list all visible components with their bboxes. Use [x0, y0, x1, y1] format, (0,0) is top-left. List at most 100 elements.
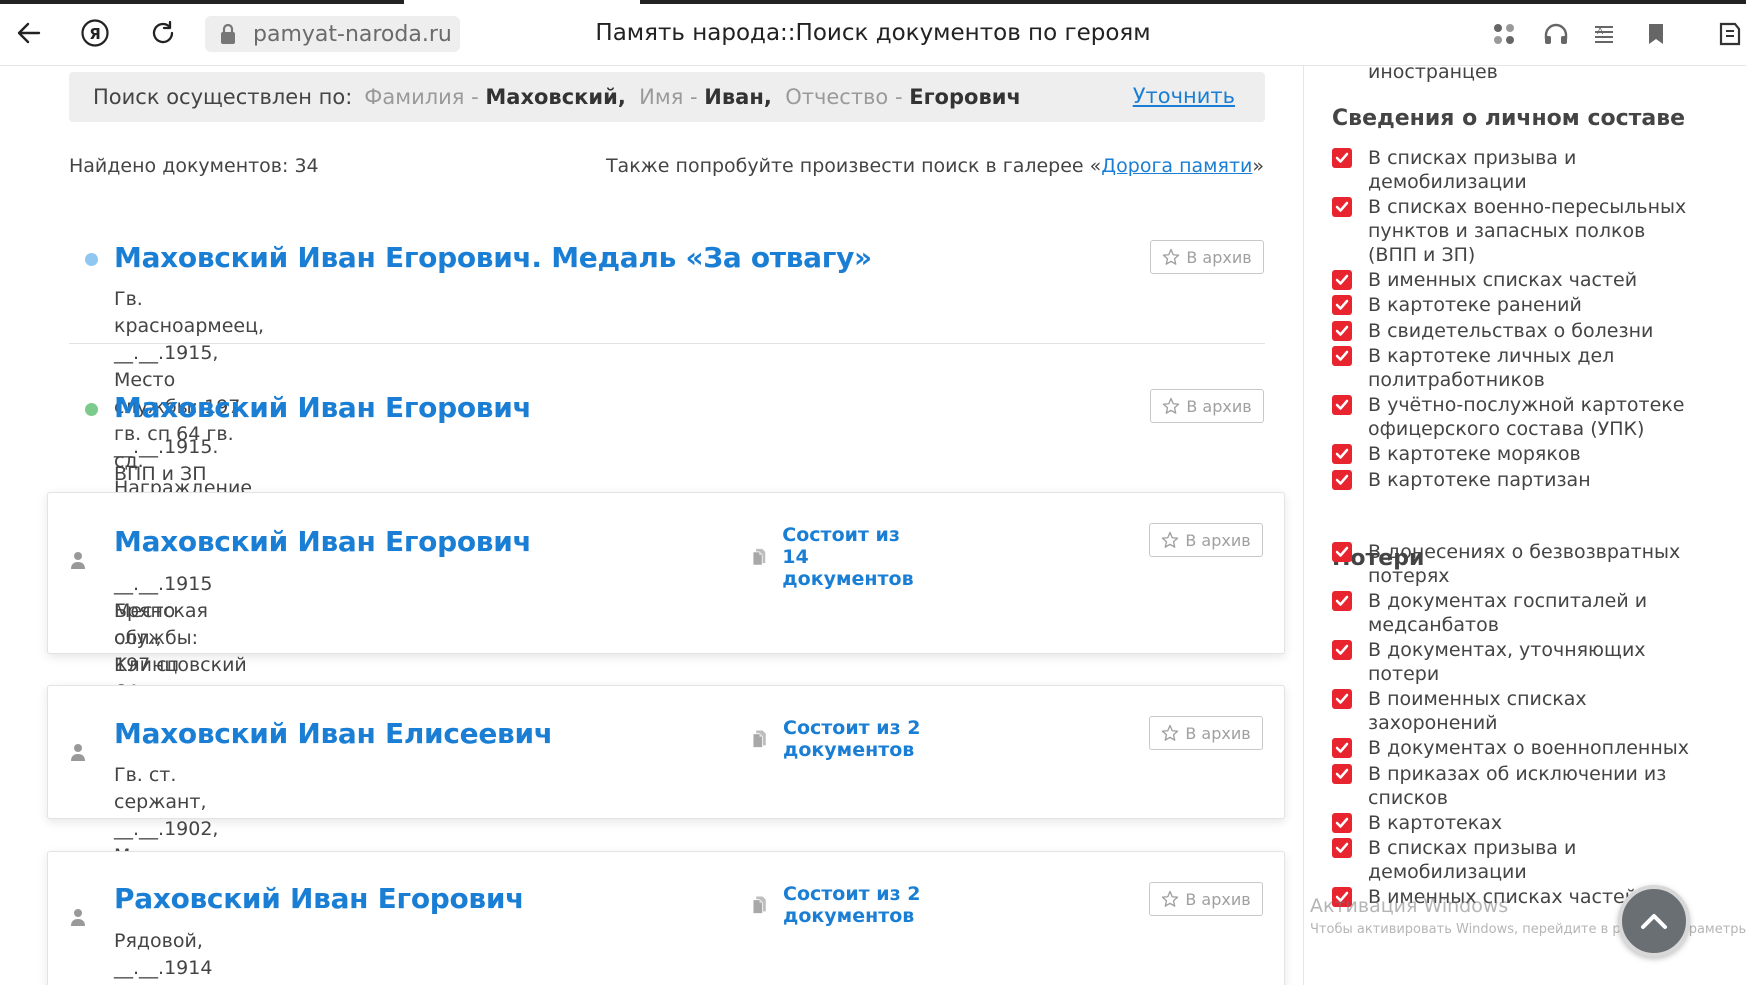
filter-label-line: демобилизации [1368, 171, 1527, 193]
add-to-archive-button[interactable]: В архив [1150, 389, 1264, 423]
filter-checkbox[interactable] [1332, 738, 1352, 758]
filter-checkbox[interactable] [1332, 640, 1352, 660]
filter-checkbox[interactable] [1332, 320, 1352, 341]
road-of-memory-link[interactable]: Дорога памяти [1101, 155, 1252, 177]
filter-label-line: В поименных списках [1368, 688, 1587, 710]
result-description: __.__.1915. ВПП и ЗП [114, 436, 219, 485]
back-arrow-icon [17, 22, 41, 44]
star-icon [1161, 890, 1179, 908]
documents-icon [752, 896, 766, 914]
filter-checkbox[interactable] [1332, 444, 1352, 464]
checkmark-icon [1335, 546, 1349, 557]
filter-checkbox-label[interactable]: В именных списках частей [1368, 268, 1728, 292]
result-title[interactable]: Маховский Иван Егорович. Медаль «За отва… [114, 241, 872, 274]
filter-label-line: В списках военно-пересыльных [1368, 196, 1687, 218]
svg-text:A: A [1597, 27, 1604, 37]
add-to-archive-button[interactable]: В архив [1149, 882, 1263, 916]
search-summary: Поиск осуществлен по: Фамилия - Маховски… [69, 72, 1265, 122]
result-title[interactable]: Раховский Иван Егорович [114, 882, 524, 915]
documents-count-link[interactable]: Состоит из 2 документов [752, 717, 929, 761]
filter-checkbox-label[interactable]: В поименных списках захоронений [1368, 687, 1728, 735]
checkmark-icon [1335, 693, 1349, 704]
yandex-logo-icon: Я [81, 19, 109, 47]
checkmark-icon [1335, 644, 1349, 655]
reader-mode-icon[interactable]: A [1588, 18, 1620, 50]
extension-icon[interactable] [1714, 18, 1746, 50]
checkmark-icon [1335, 274, 1349, 285]
address-bar[interactable]: pamyat-naroda.ru [205, 16, 460, 52]
surname-value: Маховский, [485, 85, 626, 109]
refine-search-link[interactable]: Уточнить [1133, 84, 1235, 108]
result-title[interactable]: Маховский Иван Егорович [114, 391, 532, 424]
result-title[interactable]: Маховский Иван Егорович [114, 525, 532, 558]
apps-icon[interactable] [1488, 18, 1520, 50]
filter-checkbox-label[interactable]: В картотеке личных дел политработников [1368, 344, 1728, 392]
documents-count-link[interactable]: Состоит из 2 документов [752, 883, 929, 927]
archive-label: В архив [1185, 530, 1251, 550]
checkmark-icon [1335, 299, 1349, 310]
star-icon [1161, 724, 1179, 742]
divider [69, 343, 1265, 344]
result-card [47, 851, 1285, 985]
documents-count-link[interactable]: Состоит из 14 документов [752, 524, 929, 590]
filter-checkbox[interactable] [1332, 689, 1352, 709]
filter-label-line: офицерского состава (УПК) [1368, 418, 1645, 440]
filter-checkbox-label[interactable]: В картотеке партизан [1368, 468, 1728, 492]
filter-checkbox-label[interactable]: В списках призыва и демобилизации [1368, 836, 1728, 884]
filter-label-line: В списках призыва и [1368, 837, 1577, 859]
filter-label-line: В картотеке личных дел [1368, 345, 1615, 367]
filter-checkbox-label[interactable]: В приказах об исключении из списков [1368, 762, 1728, 810]
filter-checkbox-label[interactable]: В списках призыва и демобилизации [1368, 146, 1728, 194]
add-to-archive-button[interactable]: В архив [1149, 523, 1263, 557]
filter-checkbox[interactable] [1332, 887, 1352, 907]
checkmark-icon [1335, 152, 1349, 163]
reload-button[interactable] [146, 16, 180, 50]
filter-checkbox[interactable] [1332, 591, 1352, 611]
filter-checkbox[interactable] [1332, 148, 1352, 168]
filter-checkbox[interactable] [1332, 197, 1352, 217]
filter-checkbox-label[interactable]: В картотеке моряков [1368, 442, 1728, 466]
filter-label-line: В приказах об исключении из [1368, 762, 1667, 785]
archive-label: В архив [1186, 247, 1252, 267]
sidebar-top-fragment: иностранцев [1368, 66, 1498, 83]
archive-label: В архив [1185, 723, 1251, 743]
patronymic-key: Отчество - [785, 85, 903, 109]
filter-checkbox-label[interactable]: В документах о военнопленных [1368, 736, 1728, 760]
filter-checkbox-label[interactable]: В картотеках [1368, 811, 1728, 835]
add-to-archive-button[interactable]: В архив [1150, 240, 1264, 274]
bookmark-icon[interactable] [1640, 18, 1672, 50]
filter-checkbox-label[interactable]: В документах госпиталей и медсанбатов [1368, 589, 1728, 637]
filter-checkbox-label[interactable]: В документах, уточняющих потери [1368, 638, 1728, 686]
filter-label-line: политработников [1368, 369, 1545, 391]
filter-checkbox-label[interactable]: В донесениях о безвозвратных потерях [1368, 540, 1728, 588]
filter-checkbox[interactable] [1332, 812, 1352, 833]
filter-label-line: (ВПП и ЗП) [1368, 244, 1476, 266]
filter-checkbox[interactable] [1332, 269, 1352, 290]
checkmark-icon [1335, 399, 1349, 410]
filter-checkbox-label[interactable]: В картотеке ранений [1368, 293, 1728, 317]
headphones-icon[interactable] [1540, 18, 1572, 50]
filter-checkbox[interactable] [1332, 838, 1352, 858]
scroll-to-top-button[interactable] [1618, 885, 1690, 957]
person-icon [71, 744, 85, 761]
yandex-button[interactable]: Я [78, 16, 112, 50]
filter-label-line: списков [1368, 786, 1448, 809]
star-icon [1162, 397, 1180, 415]
filter-checkbox-label[interactable]: В списках военно-пересыльных пунктов и за… [1368, 195, 1728, 267]
filter-checkbox[interactable] [1332, 542, 1352, 562]
filter-checkbox[interactable] [1332, 346, 1352, 366]
status-dot [85, 403, 98, 416]
star-icon [1162, 248, 1180, 266]
filter-checkbox[interactable] [1332, 295, 1352, 315]
result-title[interactable]: Маховский Иван Елисеевич [114, 717, 553, 750]
filter-checkbox-label[interactable]: В учётно-послужной картотеке офицерского … [1368, 393, 1728, 441]
patronymic-value: Егорович [909, 85, 1021, 109]
back-button[interactable] [12, 16, 46, 50]
filter-checkbox-label[interactable]: В свидетельствах о болезни [1368, 319, 1728, 343]
filter-checkbox[interactable] [1332, 763, 1352, 784]
add-to-archive-button[interactable]: В архив [1149, 716, 1263, 750]
filter-label-line: В документах, уточняющих [1368, 639, 1646, 661]
browser-toolbar: Я pamyat-naroda.ru Память народа::Поиск … [0, 0, 1746, 66]
filter-checkbox[interactable] [1332, 395, 1352, 415]
filter-checkbox[interactable] [1332, 469, 1352, 490]
